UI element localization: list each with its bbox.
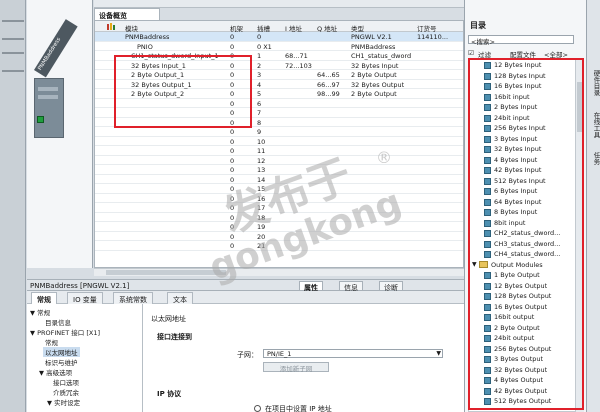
properties-title-bar: PNMBaddress [PNGWL V2.1] 属性 信息 诊断 — [27, 279, 464, 292]
info-button[interactable]: 信息 — [339, 281, 363, 292]
row-slot: 9 — [257, 128, 262, 136]
add-subnet-button[interactable]: 添加新子网 — [263, 362, 329, 373]
row-i-address: 72...103 — [285, 61, 312, 70]
row-rack: 0 — [230, 137, 235, 146]
table-row[interactable]: PNMBaddress 0 0 PNGWL V2.1 114110... — [95, 32, 463, 42]
tab-system-constants[interactable]: 系统常数 — [113, 292, 153, 304]
row-q-address: 66...97 — [317, 80, 340, 89]
nav-item-interface-options[interactable]: 接口选项 — [53, 377, 79, 387]
row-slot: 7 — [257, 109, 262, 117]
nav-item-profinet-interface[interactable]: ▼ PROFINET 接口 [X1] — [30, 327, 100, 337]
table-row[interactable]: PNIO 0 0 X1 PNMBaddress — [95, 42, 463, 51]
diagnostics-button[interactable]: 诊断 — [379, 281, 403, 292]
row-q-address: 98...99 — [317, 90, 340, 98]
sidebar-bar — [2, 70, 24, 72]
catalog-filter-row: ☑ 过滤 配置文件 <全部> — [468, 48, 578, 59]
module-slot — [38, 95, 58, 99]
row-slot: 6 — [257, 99, 262, 108]
nav-item-realtime-settings[interactable]: ▼ 实时设定 — [47, 397, 80, 407]
row-slot: 0 X1 — [257, 42, 272, 51]
row-slot: 2 — [257, 61, 262, 70]
side-tab-online-tools[interactable]: 在线工具 — [589, 112, 600, 138]
nav-item-identification[interactable]: 标识与维护 — [45, 357, 78, 367]
side-tab-tasks[interactable]: 任务 — [589, 152, 600, 165]
row-q-address: 64...65 — [317, 71, 340, 79]
highlight-box — [114, 55, 252, 128]
section-interface-title: 接口连接到 — [157, 333, 192, 341]
tab-device-overview[interactable]: 设备概览 — [94, 8, 160, 20]
row-rack: 0 — [230, 128, 235, 136]
tab-texts[interactable]: 文本 — [167, 292, 193, 304]
subnet-value: PN/IE_1 — [267, 350, 292, 358]
row-type: PNMBaddress — [351, 42, 396, 51]
tab-general[interactable]: 常规 — [31, 292, 57, 304]
section-ip-title: IP 协议 — [157, 390, 182, 398]
row-slot: 11 — [257, 147, 266, 155]
top-toolbar — [94, 0, 464, 8]
row-rack: 0 — [230, 42, 235, 51]
horizontal-scrollbar[interactable] — [94, 268, 464, 276]
use-ip-label: 在项目中设置 IP 地址 — [265, 405, 332, 412]
nav-item-media-redundancy[interactable]: 介质冗余 — [53, 387, 79, 397]
sidebar-bar — [2, 20, 24, 22]
nav-item-interface-general[interactable]: 常规 — [45, 337, 58, 347]
side-task-tabs: 硬件目录 在线工具 任务 — [586, 0, 600, 412]
row-rack: 0 — [230, 156, 235, 165]
highlight-box — [468, 58, 584, 410]
row-type: 2 Byte Output — [351, 90, 397, 98]
table-row[interactable]: 0 11 — [95, 146, 463, 156]
checkbox-icon[interactable]: ☑ — [468, 49, 474, 57]
row-slot: 10 — [257, 137, 266, 146]
row-type: PNGWL V2.1 — [351, 33, 392, 41]
properties-nav-tree: ▼ 常规 目录信息 ▼ PROFINET 接口 [X1] 常规 以太网地址 标识… — [27, 304, 143, 412]
catalog-search-input[interactable]: <搜索> — [468, 35, 574, 46]
status-led-icon — [37, 116, 44, 123]
row-type: 2 Byte Output — [351, 71, 397, 79]
nav-item-catalog-info[interactable]: 目录信息 — [45, 317, 71, 327]
row-type: 32 Bytes Input — [351, 61, 399, 70]
table-row[interactable]: 0 10 — [95, 137, 463, 146]
table-row[interactable]: 09 — [95, 127, 463, 137]
registered-mark: ® — [376, 148, 392, 167]
row-order-number: 114110... — [417, 33, 449, 41]
row-slot: 5 — [257, 90, 262, 98]
row-slot: 8 — [257, 118, 262, 127]
tab-io-tags[interactable]: IO 变量 — [67, 292, 103, 304]
row-i-address: 68...71 — [285, 52, 308, 60]
subnet-select[interactable]: PN/IE_1 ▼ — [263, 349, 443, 358]
sidebar-bar — [2, 38, 24, 40]
row-rack: 0 — [230, 147, 235, 155]
nav-item-advanced-options[interactable]: ▼ 高级选项 — [39, 367, 72, 377]
row-slot: 3 — [257, 71, 262, 79]
gsd-filter-icon[interactable] — [107, 23, 115, 30]
use-ip-radio[interactable] — [254, 405, 261, 412]
properties-button[interactable]: 属性 — [299, 281, 323, 292]
row-slot: 4 — [257, 80, 262, 89]
nav-item-ethernet-addresses[interactable]: 以太网地址 — [43, 347, 80, 357]
row-slot: 1 — [257, 52, 262, 60]
row-type: 32 Bytes Output — [351, 80, 405, 89]
module-slot — [38, 87, 58, 91]
sidebar-bar — [2, 52, 24, 54]
table-header: 模块 机架 插槽 I 地址 Q 地址 类型 订货号 — [95, 21, 463, 33]
row-rack: 0 — [230, 33, 235, 41]
left-sidebar-strip — [0, 0, 26, 412]
device-module-graphic[interactable] — [34, 78, 64, 138]
scrollbar-thumb[interactable] — [106, 270, 226, 275]
row-module: PNIO — [137, 42, 153, 51]
properties-tabs: 常规 IO 变量 系统常数 文本 — [27, 291, 464, 304]
section-ethernet-title: 以太网地址 — [151, 315, 186, 323]
side-tab-hardware-catalog[interactable]: 硬件目录 — [589, 70, 600, 96]
catalog-title: 目录 — [470, 21, 486, 30]
subnet-label: 子网： — [237, 351, 258, 359]
chevron-down-icon[interactable]: ▼ — [436, 350, 441, 357]
row-slot: 0 — [257, 33, 262, 41]
properties-title: PNMBaddress [PNGWL V2.1] — [30, 282, 130, 290]
nav-item-general[interactable]: ▼ 常规 — [30, 307, 50, 317]
settings-pane: 以太网地址 接口连接到 子网： IP 协议 在项目中设置 IP 地址 — [143, 304, 464, 412]
row-type: CH1_status_dword — [351, 52, 412, 60]
row-module: PNMBaddress — [125, 33, 170, 41]
